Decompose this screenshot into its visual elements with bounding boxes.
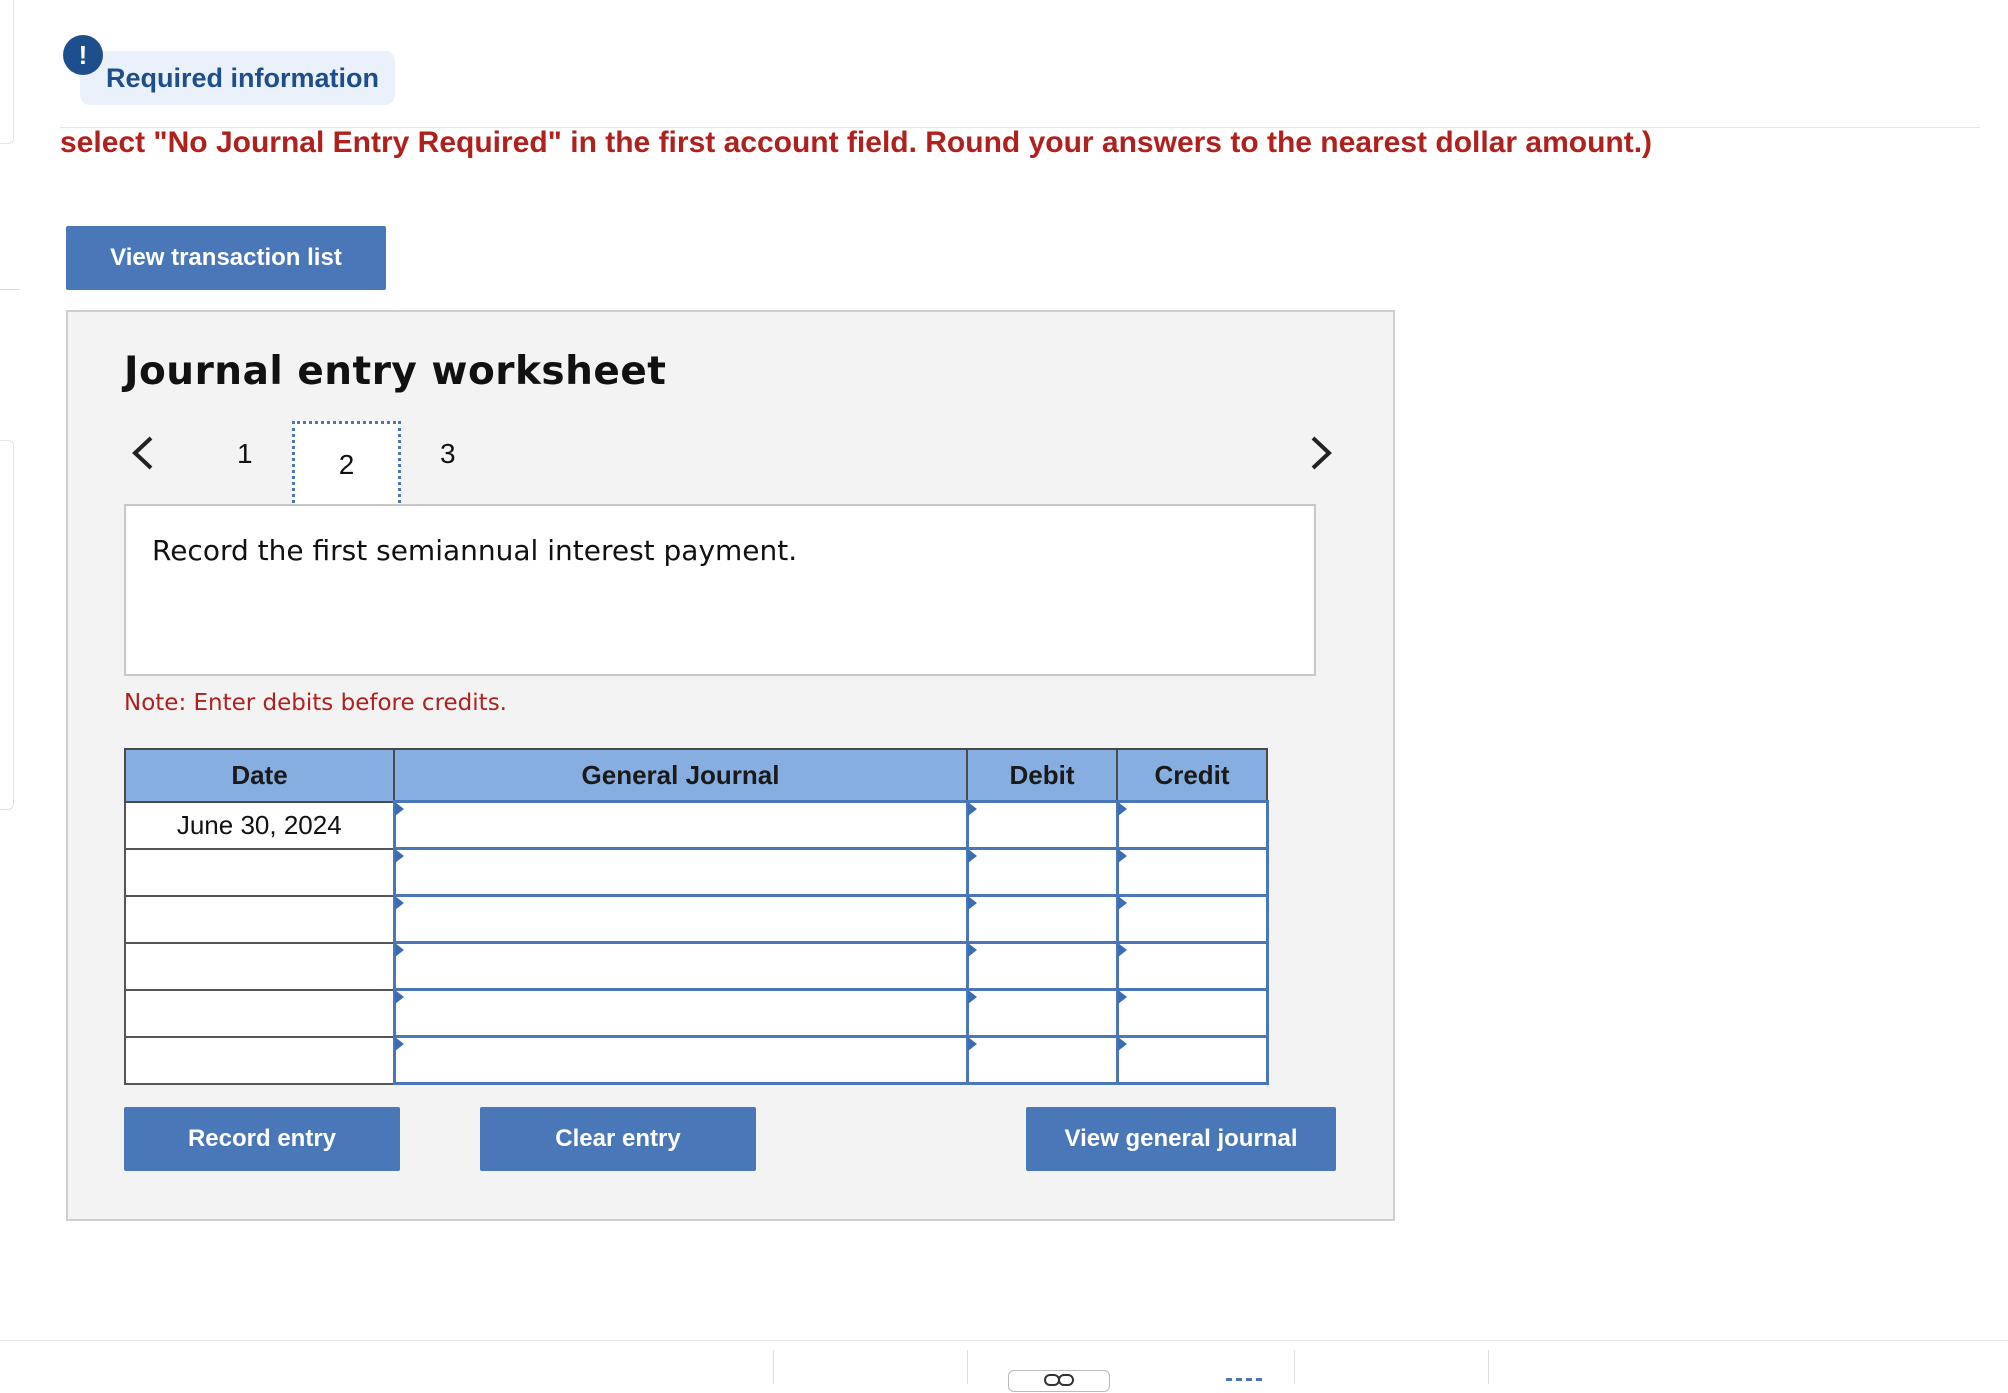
- date-cell: [124, 1035, 395, 1085]
- account-input[interactable]: [392, 1035, 969, 1085]
- tab-1[interactable]: 1: [237, 438, 253, 470]
- edge-card-top: [0, 0, 14, 144]
- link-icon[interactable]: [1008, 1370, 1110, 1392]
- credit-column-header: Credit: [1116, 748, 1268, 803]
- date-cell: [124, 941, 395, 991]
- toolbar-separator: [967, 1350, 968, 1384]
- toolbar-separator: [1294, 1350, 1295, 1384]
- required-information-label: Required information: [80, 51, 395, 105]
- edge-card-middle: [0, 440, 14, 810]
- footer-divider: [0, 1340, 2008, 1341]
- table-row: [124, 894, 1269, 944]
- note-text: Note: Enter debits before credits.: [124, 690, 507, 716]
- chevron-left-icon[interactable]: [129, 434, 157, 479]
- table-row: [124, 941, 1269, 991]
- date-cell: [124, 988, 395, 1038]
- transaction-description-text: Record the first semiannual interest pay…: [152, 534, 798, 567]
- debit-input[interactable]: [965, 1035, 1119, 1085]
- account-input[interactable]: [392, 800, 969, 850]
- exclamation-icon: !: [63, 35, 103, 75]
- journal-table: Date General Journal Debit Credit June 3…: [124, 748, 1269, 1085]
- divider: [0, 289, 20, 290]
- debit-input[interactable]: [965, 800, 1119, 850]
- table-row: June 30, 2024: [124, 800, 1269, 850]
- chevron-right-icon[interactable]: [1307, 434, 1335, 479]
- transaction-description-box: Record the first semiannual interest pay…: [124, 504, 1316, 676]
- credit-input[interactable]: [1115, 941, 1269, 991]
- account-input[interactable]: [392, 894, 969, 944]
- general-journal-column-header: General Journal: [393, 748, 968, 803]
- toolbar-separator: [773, 1350, 774, 1384]
- date-cell: [124, 847, 395, 897]
- credit-input[interactable]: [1115, 988, 1269, 1038]
- toolbar-separator: [1488, 1350, 1489, 1384]
- account-input[interactable]: [392, 847, 969, 897]
- view-transaction-list-button[interactable]: View transaction list: [66, 226, 386, 290]
- tab-3[interactable]: 3: [440, 438, 456, 470]
- credit-input[interactable]: [1115, 800, 1269, 850]
- clear-entry-button[interactable]: Clear entry: [480, 1107, 756, 1171]
- date-cell: [124, 894, 395, 944]
- debit-column-header: Debit: [966, 748, 1118, 803]
- table-row: [124, 988, 1269, 1038]
- table-row: [124, 1035, 1269, 1085]
- view-general-journal-button[interactable]: View general journal: [1026, 1107, 1336, 1171]
- required-information-text: Required information: [106, 62, 380, 93]
- debit-input[interactable]: [965, 988, 1119, 1038]
- worksheet-title: Journal entry worksheet: [124, 349, 667, 394]
- debit-input[interactable]: [965, 847, 1119, 897]
- tab-2-active[interactable]: 2: [292, 421, 401, 509]
- account-input[interactable]: [392, 941, 969, 991]
- instruction-text: select "No Journal Entry Required" in th…: [60, 126, 1653, 159]
- debit-input[interactable]: [965, 894, 1119, 944]
- tab-2-label: 2: [338, 449, 355, 480]
- credit-input[interactable]: [1115, 1035, 1269, 1085]
- table-row: [124, 847, 1269, 897]
- credit-input[interactable]: [1115, 894, 1269, 944]
- debit-input[interactable]: [965, 941, 1119, 991]
- record-entry-button[interactable]: Record entry: [124, 1107, 400, 1171]
- table-header-row: Date General Journal Debit Credit: [124, 748, 1268, 803]
- date-cell: June 30, 2024: [124, 800, 395, 850]
- menu-icon[interactable]: [1226, 1378, 1262, 1381]
- date-column-header: Date: [124, 748, 395, 803]
- credit-input[interactable]: [1115, 847, 1269, 897]
- account-input[interactable]: [392, 988, 969, 1038]
